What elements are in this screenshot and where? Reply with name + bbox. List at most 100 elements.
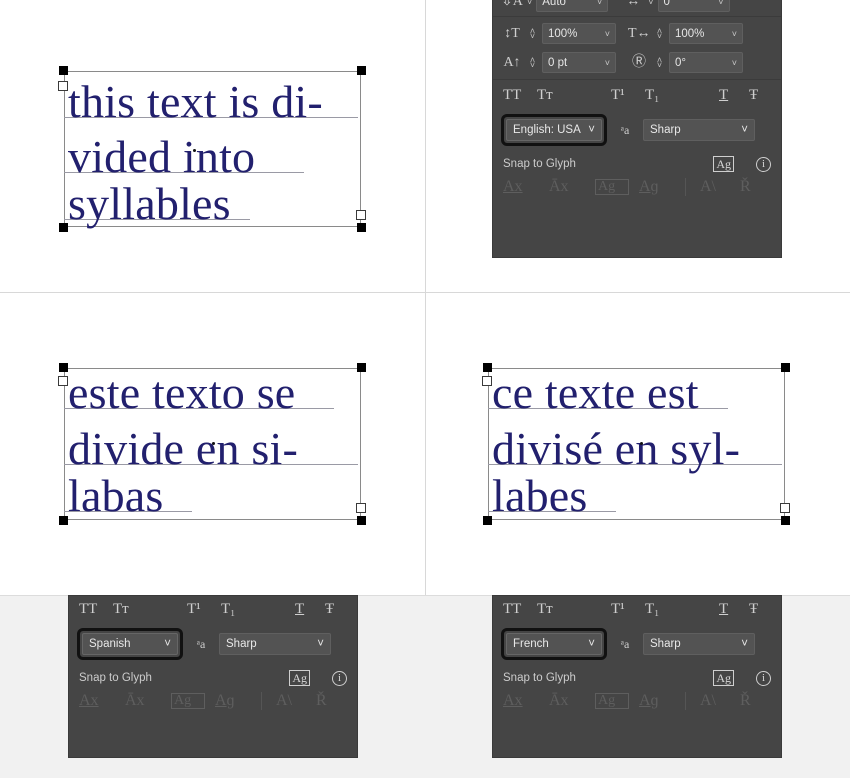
vertical-scale-caret-icon[interactable]: ˅ xyxy=(605,29,610,39)
language-dropdown-spanish[interactable]: Spanish ˅ xyxy=(82,633,178,655)
vertical-scale-field[interactable]: 100% ˅ xyxy=(542,23,616,44)
chevron-down-icon[interactable]: ˅ xyxy=(588,124,595,136)
text-out-port[interactable] xyxy=(356,503,366,513)
tracking-caret-icon[interactable]: ˅ xyxy=(718,0,723,7)
small-caps-button[interactable]: Tт xyxy=(113,602,147,617)
snap-angle-button[interactable]: A\ xyxy=(700,179,740,195)
strikethrough-button[interactable]: Ŧ xyxy=(749,88,771,103)
baseline-shift-stepper[interactable]: ˄ ˅ xyxy=(527,55,538,69)
handle-top-right[interactable] xyxy=(357,363,366,372)
superscript-button[interactable]: T¹ xyxy=(611,602,645,617)
text-box-french[interactable]: ce texte est divisé en syl- labes xyxy=(482,363,790,525)
baseline-shift-caret-icon[interactable]: ˅ xyxy=(605,58,610,68)
snap-x-height-button[interactable]: Ax xyxy=(79,693,125,709)
underline-button[interactable]: T xyxy=(295,602,325,617)
horizontal-scale-field[interactable]: 100% ˅ xyxy=(669,23,743,44)
handle-top-right[interactable] xyxy=(781,363,790,372)
language-dropdown-english[interactable]: English: USA ˅ xyxy=(506,119,602,141)
character-panel-french[interactable]: TT Tт T¹ T₁ T Ŧ French ˅ ᵃa Sharp ˅ Snap xyxy=(492,595,782,758)
text-box-english[interactable]: this text is di- vided into syllables xyxy=(58,66,366,232)
horizontal-scale-caret-icon[interactable]: ˅ xyxy=(732,29,737,39)
superscript-button[interactable]: T¹ xyxy=(187,602,221,617)
snap-stem-button[interactable]: Ř xyxy=(740,179,764,195)
leading-group[interactable]: ⇩A ˅ Auto ˅ xyxy=(501,0,609,12)
antialias-dropdown-english[interactable]: Sharp ˅ xyxy=(643,119,755,141)
character-rotation-field[interactable]: 0° ˅ xyxy=(669,52,743,73)
character-panel-spanish[interactable]: TT Tт T¹ T₁ T Ŧ Spanish ˅ ᵃa Sharp ˅ Sna xyxy=(68,595,358,758)
character-rotation-group[interactable]: Ⓡ ˄ ˅ 0° ˅ xyxy=(628,52,743,73)
antialias-dropdown-french[interactable]: Sharp ˅ xyxy=(643,633,755,655)
snap-stem-button[interactable]: Ř xyxy=(740,693,764,709)
handle-bottom-right[interactable] xyxy=(781,516,790,525)
chevron-down-icon[interactable]: ˅ xyxy=(164,638,171,650)
all-caps-button[interactable]: TT xyxy=(79,602,113,617)
subscript-button[interactable]: T₁ xyxy=(645,602,679,617)
snap-baseline-button[interactable]: Aɡ xyxy=(215,693,261,709)
vertical-scale-group[interactable]: ↕T ˄ ˅ 100% ˅ xyxy=(501,23,616,44)
antialias-chevron-down-icon[interactable]: ˅ xyxy=(317,638,324,650)
small-caps-button[interactable]: Tт xyxy=(537,602,571,617)
strikethrough-button[interactable]: Ŧ xyxy=(325,602,347,617)
text-box-spanish[interactable]: este texto se divide en si- labas xyxy=(58,363,366,525)
antialias-chevron-down-icon[interactable]: ˅ xyxy=(741,638,748,650)
snap-baseline-button[interactable]: Aɡ xyxy=(639,693,685,709)
language-dropdown-french[interactable]: French ˅ xyxy=(506,633,602,655)
snap-cap-height-button[interactable]: Āx xyxy=(549,179,595,195)
snap-stem-button[interactable]: Ř xyxy=(316,693,340,709)
underline-button[interactable]: T xyxy=(719,602,749,617)
handle-bottom-right[interactable] xyxy=(357,223,366,232)
handle-bottom-left[interactable] xyxy=(59,223,68,232)
strikethrough-button[interactable]: Ŧ xyxy=(749,602,771,617)
superscript-button[interactable]: T¹ xyxy=(611,88,645,103)
antialias-chevron-down-icon[interactable]: ˅ xyxy=(741,124,748,136)
character-rotation-caret-icon[interactable]: ˅ xyxy=(732,58,737,68)
text-in-port[interactable] xyxy=(58,376,68,386)
subscript-button[interactable]: T₁ xyxy=(645,88,679,103)
leading-caret-icon[interactable]: ˅ xyxy=(597,0,602,7)
snap-baseline-button[interactable]: Aɡ xyxy=(639,179,685,195)
text-in-port[interactable] xyxy=(482,376,492,386)
text-out-port[interactable] xyxy=(356,210,366,220)
horizontal-scale-group[interactable]: T↔ ˄ ˅ 100% ˅ xyxy=(628,23,743,44)
leading-field[interactable]: Auto ˅ xyxy=(536,0,609,12)
snap-cap-height-button[interactable]: Āx xyxy=(125,693,171,709)
subscript-button[interactable]: T₁ xyxy=(221,602,255,617)
snap-em-box-button[interactable]: Ag xyxy=(171,693,205,709)
baseline-shift-group[interactable]: A↑ ˄ ˅ 0 pt ˅ xyxy=(501,52,616,73)
handle-bottom-left[interactable] xyxy=(59,516,68,525)
all-caps-button[interactable]: TT xyxy=(503,88,537,103)
snap-em-box-button[interactable]: Ag xyxy=(595,693,629,709)
chevron-down-icon[interactable]: ˅ xyxy=(588,638,595,650)
antialias-dropdown-spanish[interactable]: Sharp ˅ xyxy=(219,633,331,655)
handle-bottom-right[interactable] xyxy=(357,516,366,525)
snap-cap-height-button[interactable]: Āx xyxy=(549,693,595,709)
text-in-port[interactable] xyxy=(58,81,68,91)
snap-x-height-button[interactable]: Ax xyxy=(503,693,549,709)
snap-em-box-button[interactable]: Ag xyxy=(595,179,629,195)
handle-bottom-left[interactable] xyxy=(483,516,492,525)
small-caps-button[interactable]: Tт xyxy=(537,88,571,103)
handle-top-left[interactable] xyxy=(483,363,492,372)
horizontal-scale-stepper[interactable]: ˄ ˅ xyxy=(654,26,665,40)
all-caps-button[interactable]: TT xyxy=(503,602,537,617)
vertical-scale-stepper[interactable]: ˄ ˅ xyxy=(527,26,538,40)
info-icon[interactable]: i xyxy=(756,156,771,172)
snap-to-glyph-toggle[interactable]: Ag xyxy=(713,670,734,686)
handle-top-right[interactable] xyxy=(357,66,366,75)
tracking-group[interactable]: ↔ ˅ 0 ˅ xyxy=(622,0,730,12)
character-panel-english[interactable]: ⇩A ˅ Auto ˅ ↔ ˅ 0 ˅ ↕T ˄ ˅ 100% ˅ T↔ ˄ ˅… xyxy=(492,0,782,258)
snap-x-height-button[interactable]: Ax xyxy=(503,179,549,195)
tracking-field[interactable]: 0 ˅ xyxy=(657,0,730,12)
snap-to-glyph-toggle[interactable]: Ag xyxy=(713,156,734,172)
baseline-shift-field[interactable]: 0 pt ˅ xyxy=(542,52,616,73)
snap-angle-button[interactable]: A\ xyxy=(276,693,316,709)
handle-top-left[interactable] xyxy=(59,66,68,75)
snap-to-glyph-toggle[interactable]: Ag xyxy=(289,670,310,686)
handle-top-left[interactable] xyxy=(59,363,68,372)
text-out-port[interactable] xyxy=(780,503,790,513)
underline-button[interactable]: T xyxy=(719,88,749,103)
character-rotation-stepper[interactable]: ˄ ˅ xyxy=(654,55,665,69)
info-icon[interactable]: i xyxy=(756,670,771,686)
info-icon[interactable]: i xyxy=(332,670,347,686)
snap-angle-button[interactable]: A\ xyxy=(700,693,740,709)
